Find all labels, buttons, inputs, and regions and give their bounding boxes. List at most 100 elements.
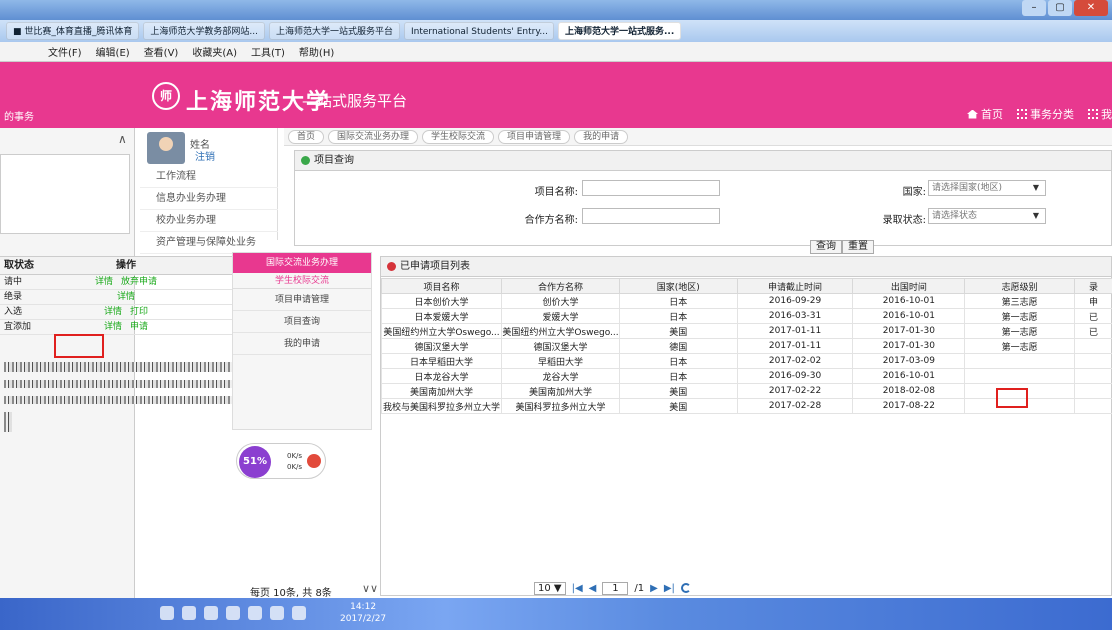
page-number-input[interactable]: 1 <box>602 581 629 595</box>
col-project: 项目名称 <box>381 278 502 294</box>
results-panel-title: 已申请项目列表 <box>381 257 1111 277</box>
render-glitch <box>4 396 234 404</box>
breadcrumb-item[interactable]: 学生校际交流 <box>422 129 495 144</box>
table-cell <box>1074 398 1112 414</box>
table-row[interactable]: 日本创价大学 创价大学 日本 2016-09-29 2016-10-01 第三志愿申 <box>381 293 1112 309</box>
submenu-subheader[interactable]: 学生校际交流 <box>233 273 371 289</box>
table-cell <box>964 368 1076 384</box>
browser-tab[interactable]: ■ 世比赛_体育直播_腾讯体育 <box>6 22 140 40</box>
table-cell: 美国纽约州立大学Oswego... <box>500 323 620 339</box>
project-name-input[interactable] <box>582 180 720 196</box>
submenu-item-apply-manage[interactable]: 项目申请管理 <box>233 289 371 311</box>
print-link[interactable]: 打印 <box>130 307 148 317</box>
breadcrumb-item[interactable]: 国际交流业务办理 <box>328 129 419 144</box>
table-cell: 龙谷大学 <box>500 368 620 384</box>
menu-view[interactable]: 查看(V) <box>144 44 179 59</box>
table-cell: 日本 <box>618 308 738 324</box>
accelerate-ball-icon[interactable] <box>307 454 321 468</box>
nav-mine[interactable]: 我 <box>1088 106 1112 122</box>
page-size-value: 10 <box>538 582 551 594</box>
detail-link[interactable]: 详情 <box>117 292 135 302</box>
col-deadline: 申请截止时间 <box>736 278 854 294</box>
menu-tools[interactable]: 工具(T) <box>251 44 285 59</box>
collapse-up-icon[interactable]: ∧ <box>118 132 127 146</box>
table-cell: 2016-09-29 <box>736 293 854 309</box>
maximize-button[interactable]: ▢ <box>1048 0 1072 16</box>
network-speed-widget[interactable]: 51% 0K/s 0K/s <box>236 443 326 479</box>
table-row[interactable]: 美国纽约州立大学Oswego... 美国纽约州立大学Oswego... 美国 2017… <box>381 323 1112 339</box>
nav-category-label: 事务分类 <box>1030 108 1074 121</box>
refresh-icon[interactable] <box>680 583 691 593</box>
browser-tab[interactable]: International Students' Entry... <box>403 22 554 40</box>
browser-tab-active[interactable]: 上海师范大学一站式服务... <box>557 22 682 40</box>
nav-item-workflow[interactable]: 工作流程 <box>140 166 278 188</box>
apply-link[interactable]: 申请 <box>130 322 148 332</box>
menu-help[interactable]: 帮助(H) <box>299 44 334 59</box>
logout-link[interactable]: 注销 <box>195 148 215 163</box>
table-row[interactable]: 德国汉堡大学 德国汉堡大学 德国 2017-01-11 2017-01-30 第一志愿 <box>381 338 1112 354</box>
breadcrumb: 首页 国际交流业务办理 学生校际交流 项目申请管理 我的申请 <box>284 128 1112 146</box>
browser-tabbar: ■ 世比赛_体育直播_腾讯体育 上海师范大学教务部网站... 上海师范大学一站式… <box>0 20 1112 42</box>
breadcrumb-item[interactable]: 我的申请 <box>574 129 629 144</box>
status-cell: 入选 <box>4 307 23 317</box>
table-cell: 2016-09-30 <box>736 368 854 384</box>
submenu-item-my-applications[interactable]: 我的申请 <box>233 333 371 355</box>
status-select[interactable]: 请选择状态 ▼ <box>928 208 1046 224</box>
partner-name-input[interactable] <box>582 208 720 224</box>
menu-edit[interactable]: 编辑(E) <box>96 44 130 59</box>
taskbar-app-icon[interactable] <box>248 606 262 620</box>
left-status-table: 取状态 操作 请中 详情 放弃申请 绝录 详情 入选 详情 打印 宜添加 详情 申请 <box>0 256 232 335</box>
table-cell: 2017-01-30 <box>852 323 966 339</box>
taskbar-app-icon[interactable] <box>204 606 218 620</box>
taskbar-app-icon[interactable] <box>160 606 174 620</box>
nav-item-assets[interactable]: 资产管理与保障处业务 <box>140 232 278 254</box>
page-size-select[interactable]: 10 ▼ <box>534 581 566 595</box>
taskbar-app-icon[interactable] <box>226 606 240 620</box>
detail-link[interactable]: 详情 <box>95 277 113 287</box>
menu-favorites[interactable]: 收藏夹(A) <box>192 44 237 59</box>
col-country: 国家(地区) <box>618 278 738 294</box>
table-cell: 已 <box>1074 308 1112 324</box>
taskbar-clock[interactable]: 14:12 2017/2/27 <box>340 601 386 625</box>
browser-tab[interactable]: 上海师范大学教务部网站... <box>143 22 265 40</box>
first-page-icon[interactable]: |◀ <box>572 583 583 594</box>
table-cell: 2017-02-28 <box>736 398 854 414</box>
nav-home[interactable]: 首页 <box>967 106 1003 122</box>
table-cell: 美国南加州大学 <box>500 383 620 399</box>
country-select[interactable]: 请选择国家(地区) ▼ <box>928 180 1046 196</box>
chevron-down-icon[interactable]: ∨∨ <box>362 582 378 595</box>
prev-page-icon[interactable]: ◀ <box>589 583 597 594</box>
menu-file[interactable]: 文件(F) <box>48 44 82 59</box>
table-row[interactable]: 日本龙谷大学 龙谷大学 日本 2016-09-30 2016-10-01 <box>381 368 1112 384</box>
taskbar-app-icon[interactable] <box>292 606 306 620</box>
submenu-panel: 国际交流业务办理 学生校际交流 项目申请管理 项目查询 我的申请 <box>232 252 372 430</box>
table-cell: 美国 <box>618 383 738 399</box>
detail-link[interactable]: 详情 <box>104 322 122 332</box>
nav-item-school-office[interactable]: 校办业务办理 <box>140 210 278 232</box>
reset-button[interactable]: 重置 <box>842 240 874 254</box>
minimize-button[interactable]: – <box>1022 0 1046 16</box>
abandon-link[interactable]: 放弃申请 <box>121 277 157 287</box>
results-panel: 已申请项目列表 项目名称 合作方名称 国家(地区) 申请截止时间 出国时间 志愿… <box>380 256 1112 596</box>
table-cell <box>1074 338 1112 354</box>
taskbar-app-icon[interactable] <box>182 606 196 620</box>
taskbar-app-icon[interactable] <box>270 606 284 620</box>
col-partner: 合作方名称 <box>500 278 620 294</box>
search-button[interactable]: 查询 <box>810 240 842 254</box>
last-page-icon[interactable]: ▶| <box>664 583 675 594</box>
detail-link[interactable]: 详情 <box>104 307 122 317</box>
side-nav: 姓名 注销 工作流程 信息办业务办理 校办业务办理 资产管理与保障处业务 <box>140 128 278 254</box>
close-button[interactable]: ✕ <box>1074 0 1108 16</box>
left-pager-summary: 每页 10条, 共 8条 <box>250 588 332 599</box>
submenu-item-project-query[interactable]: 项目查询 <box>233 311 371 333</box>
browser-tab[interactable]: 上海师范大学一站式服务平台 <box>268 22 400 40</box>
breadcrumb-item[interactable]: 项目申请管理 <box>498 129 571 144</box>
nav-item-info-office[interactable]: 信息办业务办理 <box>140 188 278 210</box>
status-cell: 请中 <box>4 277 23 287</box>
table-row[interactable]: 日本早稻田大学 早稻田大学 日本 2017-02-02 2017-03-09 <box>381 353 1112 369</box>
table-row[interactable]: 日本爱媛大学 爱媛大学 日本 2016-03-31 2016-10-01 第一志愿已 <box>381 308 1112 324</box>
table-cell: 2016-03-31 <box>736 308 854 324</box>
nav-category[interactable]: 事务分类 <box>1017 106 1074 122</box>
breadcrumb-item[interactable]: 首页 <box>288 129 325 144</box>
next-page-icon[interactable]: ▶ <box>650 583 658 594</box>
